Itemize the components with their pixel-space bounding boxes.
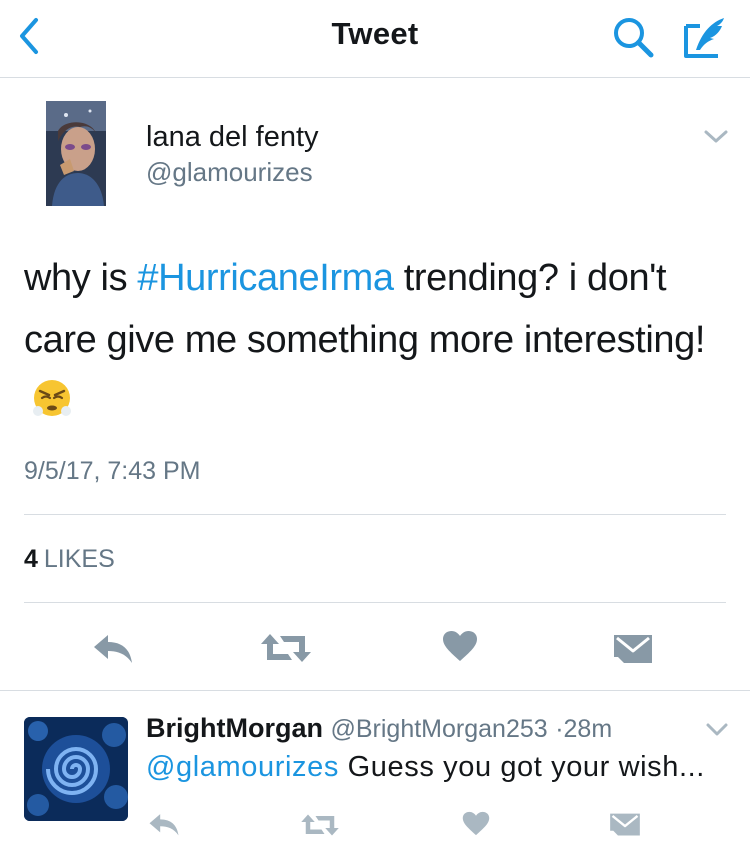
top-navigation-bar: Tweet: [0, 0, 750, 78]
tweet-text-segment: why is: [24, 257, 138, 299]
retweet-icon: [261, 634, 311, 662]
direct-message-icon: [614, 635, 652, 663]
tweet-options-button[interactable]: [704, 721, 730, 739]
profile-photo: [46, 101, 106, 206]
chevron-down-icon: [706, 723, 728, 736]
heart-icon: [462, 811, 490, 836]
reply-text-segment: Guess you got your wish...: [338, 751, 705, 783]
retweet-icon: [301, 814, 339, 836]
heart-icon: [443, 631, 477, 661]
direct-message-button[interactable]: [610, 812, 640, 842]
author-handle[interactable]: @BrightMorgan253: [331, 715, 548, 743]
direct-message-icon: [610, 813, 640, 836]
separator-dot: ·: [555, 715, 564, 743]
reply-icon: [149, 814, 179, 836]
relative-time: 28m: [563, 715, 613, 743]
likes-number: 4: [24, 545, 38, 573]
search-icon: [614, 18, 654, 58]
reply-header: BrightMorgan @BrightMorgan253 ·28m: [146, 713, 612, 744]
likes-count[interactable]: 4 LIKES: [24, 545, 115, 574]
hashtag-link[interactable]: #HurricaneIrma: [137, 257, 394, 299]
direct-message-button[interactable]: [614, 633, 652, 670]
reply-icon: [94, 635, 132, 663]
author-name[interactable]: lana del fenty: [146, 121, 319, 154]
retweet-button[interactable]: [260, 632, 312, 669]
divider: [24, 514, 726, 515]
compose-tweet-button[interactable]: [680, 14, 732, 62]
avatar[interactable]: [24, 717, 128, 821]
profile-photo: [24, 717, 128, 821]
tweet-text: why is #HurricaneIrma trending? i don't …: [24, 247, 734, 433]
tweet-timestamp: 9/5/17, 7:43 PM: [24, 457, 201, 485]
compose-quill-icon: [684, 18, 724, 58]
reply-tweet[interactable]: BrightMorgan @BrightMorgan253 ·28m @glam…: [0, 690, 750, 847]
like-button[interactable]: [462, 811, 490, 841]
chevron-down-icon: [704, 130, 728, 143]
tweet-options-button[interactable]: [702, 127, 730, 147]
angry-face-emoji: [30, 376, 74, 420]
reply-text: @glamourizes Guess you got your wish...: [146, 751, 705, 784]
like-button[interactable]: [442, 630, 478, 667]
reply-button[interactable]: [148, 811, 180, 842]
search-button[interactable]: [610, 14, 656, 60]
main-tweet: lana del fenty @glamourizes why is #Hurr…: [0, 79, 750, 689]
divider: [24, 602, 726, 603]
author-name[interactable]: BrightMorgan: [146, 713, 323, 743]
reply-button[interactable]: [92, 631, 134, 670]
avatar[interactable]: [46, 101, 106, 206]
retweet-button[interactable]: [300, 813, 340, 842]
mention-link[interactable]: @glamourizes: [146, 751, 339, 783]
author-handle[interactable]: @glamourizes: [146, 157, 313, 188]
likes-label: LIKES: [43, 545, 115, 573]
